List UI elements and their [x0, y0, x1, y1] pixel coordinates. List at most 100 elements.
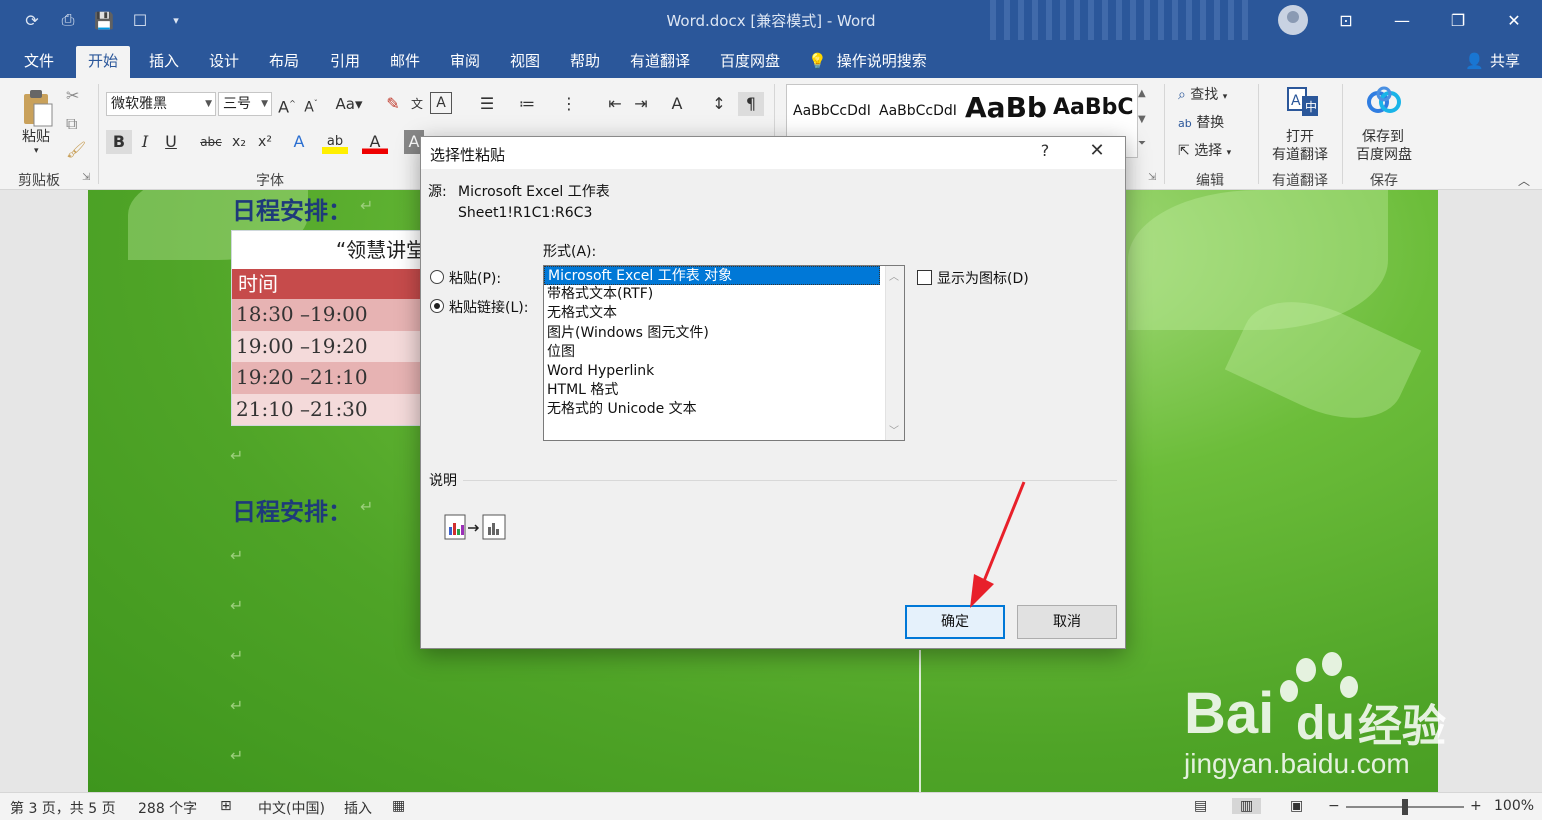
select-button[interactable]: ⇱ 选择 ▾ — [1178, 140, 1231, 160]
list-item[interactable]: 图片(Windows 图元文件) — [544, 324, 880, 343]
user-avatar[interactable] — [1278, 5, 1308, 35]
youdao-open-label-2[interactable]: 有道翻译 — [1272, 144, 1328, 164]
font-color-icon[interactable]: A — [362, 130, 388, 154]
read-mode-icon[interactable]: ▤ — [1194, 798, 1207, 814]
strikethrough-icon[interactable]: abc — [198, 130, 224, 154]
superscript-icon[interactable]: x² — [252, 130, 278, 154]
style-heading1[interactable]: AaBb — [965, 91, 1047, 124]
tab-home[interactable]: 开始 — [76, 46, 131, 78]
format-painter-icon[interactable]: 🖌 — [66, 140, 86, 159]
italic-icon[interactable]: I — [132, 130, 158, 154]
tell-me-search[interactable]: 💡 操作说明搜索 — [808, 50, 927, 71]
show-marks-icon[interactable]: ¶ — [738, 92, 764, 116]
paste-label[interactable]: 粘贴 — [22, 126, 50, 146]
sort-icon[interactable]: ↕ — [706, 92, 732, 116]
phonetic-guide-icon[interactable]: 文 — [404, 92, 430, 116]
paste-link-option-label[interactable]: 粘贴链接(L): — [449, 297, 528, 317]
help-button[interactable]: ? — [1035, 141, 1055, 160]
clear-format-icon[interactable]: ✎ — [380, 92, 406, 116]
close-window-button[interactable]: ✕ — [1486, 0, 1542, 40]
styles-scroll-down-icon[interactable]: ▼ — [1138, 114, 1146, 125]
cancel-button[interactable]: 取消 — [1017, 605, 1117, 639]
schedule-table[interactable]: “领慧讲堂 时间 18:30 –19:00 19:00 –19:20 19:20… — [231, 230, 431, 426]
styles-scroll-up-icon[interactable]: ▲ — [1138, 88, 1146, 99]
list-item[interactable]: 无格式文本 — [544, 304, 880, 323]
zoom-in-icon[interactable]: + — [1470, 798, 1482, 814]
list-item[interactable]: 带格式文本(RTF) — [544, 285, 880, 304]
print-layout-icon[interactable]: ▥ — [1232, 798, 1262, 814]
grow-font-icon[interactable]: A^ — [274, 92, 300, 116]
font-size-combo[interactable]: 三号 ▼ — [218, 92, 272, 116]
listbox-scrollbar[interactable]: ︿ ﹀ — [885, 266, 904, 440]
tab-mailings[interactable]: 邮件 — [378, 46, 432, 78]
find-button[interactable]: ⌕ 查找 ▾ — [1178, 84, 1227, 104]
format-listbox[interactable]: Microsoft Excel 工作表 对象 带格式文本(RTF) 无格式文本 … — [543, 265, 905, 441]
tab-baidu[interactable]: 百度网盘 — [708, 46, 792, 78]
subscript-icon[interactable]: x₂ — [226, 130, 252, 154]
tab-review[interactable]: 审阅 — [438, 46, 492, 78]
zoom-level[interactable]: 100% — [1494, 798, 1534, 814]
touch-mode-icon[interactable]: ☐ — [128, 8, 152, 32]
close-icon[interactable]: ✕ — [1085, 140, 1109, 161]
style-no-spacing[interactable]: AaBbCcDdI — [879, 103, 957, 119]
tab-references[interactable]: 引用 — [318, 46, 372, 78]
share-button[interactable]: 👤 共享 — [1465, 50, 1520, 71]
tab-layout[interactable]: 布局 — [257, 46, 311, 78]
macro-icon[interactable]: ▦ — [392, 798, 405, 814]
tab-view[interactable]: 视图 — [498, 46, 552, 78]
display-as-icon-label[interactable]: 显示为图标(D) — [937, 268, 1029, 288]
bullets-icon[interactable]: ☰ — [474, 92, 500, 116]
print-preview-icon[interactable]: ⎙ — [56, 8, 80, 32]
styles-launcher-icon[interactable]: ⇲ — [1148, 172, 1156, 183]
list-item[interactable]: 位图 — [544, 343, 880, 362]
insert-mode[interactable]: 插入 — [344, 798, 372, 818]
shrink-font-icon[interactable]: Aˇ — [298, 92, 324, 116]
ribbon-display-options-icon[interactable]: ⊡ — [1318, 0, 1374, 40]
paste-clipboard-icon[interactable] — [20, 88, 53, 127]
paste-option-label[interactable]: 粘贴(P): — [449, 268, 501, 288]
list-item[interactable]: Microsoft Excel 工作表 对象 — [544, 266, 880, 286]
tab-file[interactable]: 文件 — [12, 46, 66, 78]
list-item[interactable]: 无格式的 Unicode 文本 — [544, 400, 880, 419]
page-count[interactable]: 第 3 页，共 5 页 — [10, 798, 116, 818]
bold-icon[interactable]: B — [106, 130, 132, 154]
proofing-icon[interactable]: ⊞ — [220, 798, 232, 814]
baidu-netdisk-icon[interactable] — [1366, 86, 1401, 118]
language[interactable]: 中文(中国) — [258, 798, 325, 818]
multilevel-list-icon[interactable]: ⋮ — [556, 92, 582, 116]
style-normal[interactable]: AaBbCcDdI — [793, 103, 871, 119]
numbering-icon[interactable]: ≔ — [514, 92, 540, 116]
save-icon[interactable]: 💾 — [92, 8, 116, 32]
style-heading2[interactable]: AaBbC — [1053, 95, 1134, 120]
paste-radio[interactable] — [430, 270, 444, 284]
font-name-combo[interactable]: 微软雅黑 ▼ — [106, 92, 216, 116]
decrease-indent-icon[interactable]: ⇤ — [602, 92, 628, 116]
autosave-icon[interactable]: ⟳ — [20, 8, 44, 32]
scroll-down-icon[interactable]: ﹀ — [889, 422, 899, 437]
list-item[interactable]: Word Hyperlink — [544, 362, 880, 381]
copy-icon[interactable]: ⧉ — [66, 114, 77, 134]
tab-help[interactable]: 帮助 — [558, 46, 612, 78]
character-border-icon[interactable]: A — [430, 92, 452, 114]
minimize-button[interactable]: — — [1374, 0, 1430, 40]
paste-link-radio[interactable] — [430, 299, 444, 313]
web-layout-icon[interactable]: ▣ — [1290, 798, 1303, 814]
tab-youdao[interactable]: 有道翻译 — [618, 46, 702, 78]
tab-insert[interactable]: 插入 — [137, 46, 191, 78]
youdao-translate-icon[interactable]: A中 — [1286, 86, 1318, 118]
tab-design[interactable]: 设计 — [197, 46, 251, 78]
scroll-up-icon[interactable]: ︿ — [889, 268, 899, 283]
word-count[interactable]: 288 个字 — [138, 798, 197, 818]
highlight-icon[interactable]: ab — [322, 130, 348, 154]
restore-button[interactable]: ❐ — [1430, 0, 1486, 40]
paste-dropdown-icon[interactable]: ▾ — [34, 146, 39, 156]
display-as-icon-checkbox[interactable] — [917, 270, 932, 285]
text-effects-icon[interactable]: A — [286, 130, 312, 154]
customize-qat-icon[interactable]: ▾ — [164, 8, 188, 32]
clipboard-launcher-icon[interactable]: ⇲ — [82, 172, 90, 183]
underline-icon[interactable]: U — [158, 130, 184, 154]
styles-more-icon[interactable]: ⏷ — [1138, 138, 1146, 149]
baidu-save-label[interactable]: 保存到 — [1362, 126, 1404, 146]
cut-icon[interactable]: ✂ — [66, 86, 79, 105]
baidu-save-label-2[interactable]: 百度网盘 — [1356, 144, 1412, 164]
